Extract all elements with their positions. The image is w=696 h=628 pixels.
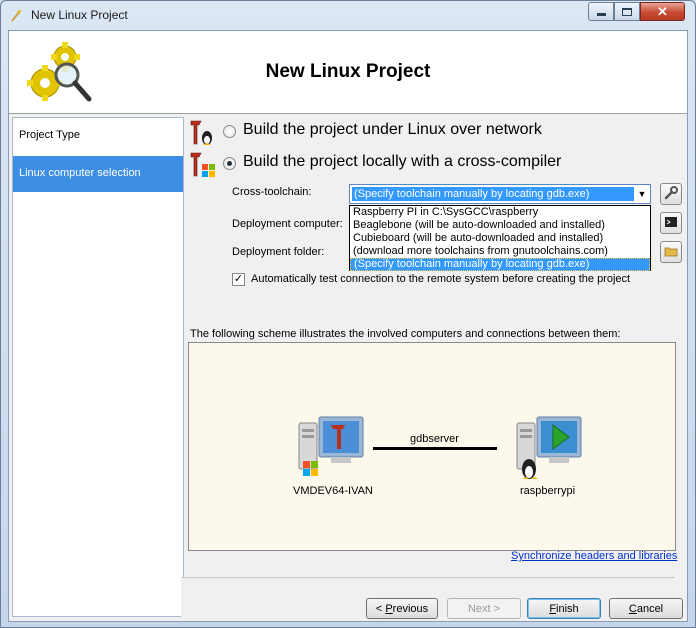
toolchain-option[interactable]: (download more toolchains from gnutoolch… [350, 245, 650, 258]
toolchain-label: Cross-toolchain: [232, 186, 312, 198]
windows-tools-icon [187, 150, 217, 178]
nav-item-label: Linux computer selection [19, 167, 141, 179]
finish-button[interactable]: Finish [527, 598, 601, 619]
option-local-label: Build the project locally with a cross-c… [243, 153, 562, 170]
finish-button-rest: inish [556, 602, 579, 615]
wizard-steps-nav: Project Type Linux computer selection [12, 117, 184, 617]
maximize-icon [622, 7, 632, 16]
toolchain-selected-value: (Specify toolchain manually by locating … [352, 187, 634, 201]
radio-network[interactable] [223, 125, 236, 138]
nav-item-project-type[interactable]: Project Type [13, 118, 183, 154]
auto-test-label: Automatically test connection to the rem… [251, 273, 631, 285]
minimize-icon [596, 13, 606, 16]
nav-item-linux-computer-selection[interactable]: Linux computer selection [13, 156, 183, 192]
radio-local[interactable] [223, 157, 236, 170]
chevron-down-icon[interactable]: ▼ [636, 188, 648, 200]
auto-test-checkbox[interactable]: ✓ [232, 273, 245, 286]
browse-folder-button[interactable] [660, 241, 682, 263]
previous-button[interactable]: < Previous [366, 598, 438, 619]
sync-headers-link[interactable]: Synchronize headers and libraries [511, 550, 677, 562]
window-title: New Linux Project [31, 8, 128, 22]
option-network[interactable]: Build the project under Linux over netwo… [187, 118, 567, 146]
scheme-caption: The following scheme illustrates the inv… [190, 328, 621, 340]
toolchain-dropdown-list: Raspberry PI in C:\SysGCC\raspberry Beag… [349, 205, 651, 271]
toolchain-option[interactable]: Raspberry PI in C:\SysGCC\raspberry [350, 206, 650, 219]
previous-button-rest: revious [392, 602, 429, 615]
wizard-header: New Linux Project [9, 31, 687, 114]
linux-tools-icon [187, 118, 217, 146]
deployment-computer-label: Deployment computer: [232, 218, 343, 230]
toolchain-combobox[interactable]: (Specify toolchain manually by locating … [349, 184, 651, 204]
folder-icon [664, 244, 678, 261]
finish-button-mnemonic: F [549, 602, 557, 615]
next-button[interactable]: Next > [447, 598, 521, 619]
new-linux-project-window: New Linux Project ✕ New Linux Project Pr… [0, 0, 696, 628]
remote-computer-label: raspberrypi [520, 485, 576, 497]
terminal-icon [664, 215, 678, 232]
previous-button-prefix: < [375, 602, 386, 615]
page-title: New Linux Project [265, 61, 431, 82]
cancel-button-rest: ancel [636, 602, 664, 615]
close-icon: ✕ [657, 4, 668, 19]
connection-label: gdbserver [410, 433, 459, 445]
option-local[interactable]: Build the project locally with a cross-c… [187, 150, 567, 178]
local-computer-icon [295, 413, 365, 485]
local-computer-label: VMDEV64-IVAN [293, 485, 373, 497]
cancel-button[interactable]: Cancel [609, 598, 683, 619]
open-terminal-button[interactable] [660, 212, 682, 234]
maximize-button[interactable] [614, 2, 640, 21]
remote-computer-icon [513, 413, 583, 485]
toolchain-option-selected[interactable]: (Specify toolchain manually by locating … [350, 258, 650, 271]
previous-button-mnemonic: P [385, 602, 393, 615]
deployment-folder-label: Deployment folder: [232, 246, 325, 258]
nav-item-label: Project Type [19, 129, 80, 141]
option-network-label: Build the project under Linux over netwo… [243, 121, 542, 138]
close-button[interactable]: ✕ [640, 2, 685, 21]
title-bar[interactable]: New Linux Project ✕ [1, 1, 695, 31]
configure-toolchain-button[interactable] [660, 183, 682, 205]
toolchain-option[interactable]: Cubieboard (will be auto-downloaded and … [350, 232, 650, 245]
next-button-label: Next > [467, 602, 501, 615]
minimize-button[interactable] [588, 2, 614, 21]
wizard-app-icon [9, 7, 25, 23]
wrench-icon [664, 185, 678, 203]
connection-line [373, 447, 497, 450]
toolchain-option[interactable]: Beaglebone (will be auto-downloaded and … [350, 219, 650, 232]
cancel-button-mnemonic: C [628, 602, 637, 615]
